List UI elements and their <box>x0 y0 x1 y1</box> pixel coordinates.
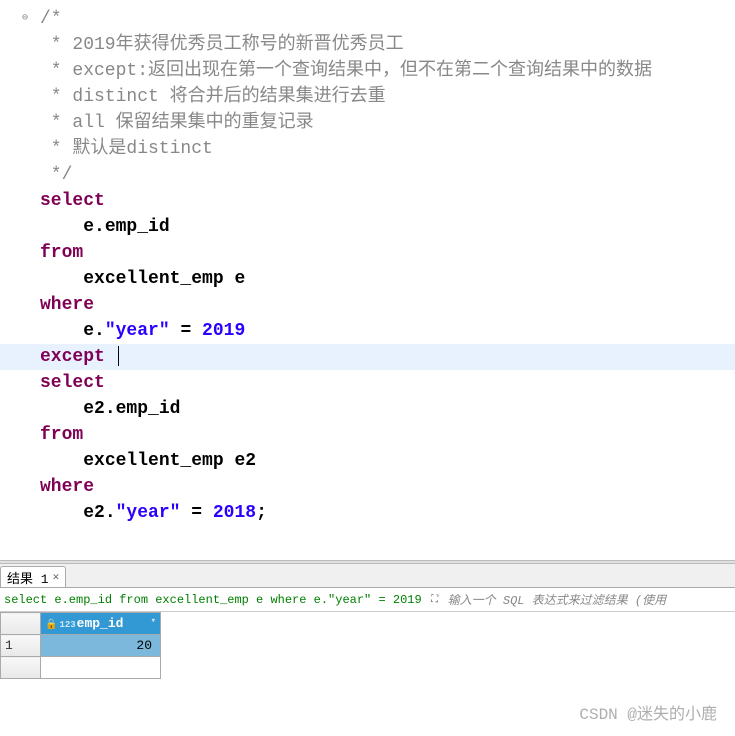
close-icon[interactable]: ✕ <box>53 570 60 584</box>
ident: excellent_emp e2 <box>83 451 256 471</box>
kw-where: where <box>40 295 94 315</box>
chevron-down-icon[interactable]: ▾ <box>151 616 156 626</box>
column-type-icon: 123 <box>59 620 75 630</box>
results-grid[interactable]: 🔒123emp_id ▾ 1 20 <box>0 612 735 679</box>
text-cursor <box>118 346 119 366</box>
fold-icon[interactable]: ⊖ <box>22 6 28 32</box>
comment-open: /* <box>40 9 62 29</box>
expand-icon[interactable]: ⛶ <box>428 593 442 607</box>
column-header[interactable]: 🔒123emp_id ▾ <box>41 613 161 635</box>
current-line[interactable]: except <box>0 344 735 370</box>
row-number[interactable]: 1 <box>1 635 41 657</box>
ident: e2. <box>83 503 115 523</box>
sql-editor[interactable]: ⊖ /* * 2019年获得优秀员工称号的新晋优秀员工 * except:返回出现… <box>0 0 735 560</box>
ident: e2.emp_id <box>83 399 180 419</box>
results-tab[interactable]: 结果 1 ✕ <box>0 566 66 587</box>
comment-line: * all 保留结果集中的重复记录 <box>40 113 314 133</box>
row-number-empty <box>1 657 41 679</box>
string-literal: "year" <box>116 503 181 523</box>
kw-select: select <box>40 373 105 393</box>
kw-select: select <box>40 191 105 211</box>
comment-close: */ <box>40 165 72 185</box>
comment-line: * except:返回出现在第一个查询结果中，但不在第二个查询结果中的数据 <box>40 61 652 81</box>
ident: excellent_emp e <box>83 269 245 289</box>
cell-empty <box>41 657 161 679</box>
tab-label: 结果 1 <box>7 568 49 587</box>
lock-icon: 🔒 <box>45 620 57 631</box>
kw-where: where <box>40 477 94 497</box>
table-row[interactable]: 1 20 <box>1 635 161 657</box>
operator: = <box>170 321 202 341</box>
number-literal: 2019 <box>202 321 245 341</box>
column-name: emp_id <box>77 616 124 631</box>
results-tabbar: 结果 1 ✕ <box>0 564 735 588</box>
kw-from: from <box>40 425 83 445</box>
comment-line: * 默认是distinct <box>40 139 213 159</box>
results-toolbar: select e.emp_id from excellent_emp e whe… <box>0 588 735 612</box>
comment-line: * 2019年获得优秀员工称号的新晋优秀员工 <box>40 35 404 55</box>
kw-from: from <box>40 243 83 263</box>
operator: = <box>180 503 212 523</box>
ident: e.emp_id <box>83 217 169 237</box>
query-summary: select e.emp_id from excellent_emp e whe… <box>4 593 422 607</box>
cell-value[interactable]: 20 <box>41 635 161 657</box>
table-row-empty <box>1 657 161 679</box>
comment-line: * distinct 将合并后的结果集进行去重 <box>40 87 386 107</box>
string-literal: "year" <box>105 321 170 341</box>
semicolon: ; <box>256 503 267 523</box>
number-literal: 2018 <box>213 503 256 523</box>
kw-except: except <box>40 347 105 367</box>
ident: e. <box>83 321 105 341</box>
filter-input[interactable]: 输入一个 SQL 表达式来过滤结果 (使用 <box>448 591 731 608</box>
watermark: CSDN @迷失的小鹿 <box>579 700 717 724</box>
grid-corner[interactable] <box>1 613 41 635</box>
